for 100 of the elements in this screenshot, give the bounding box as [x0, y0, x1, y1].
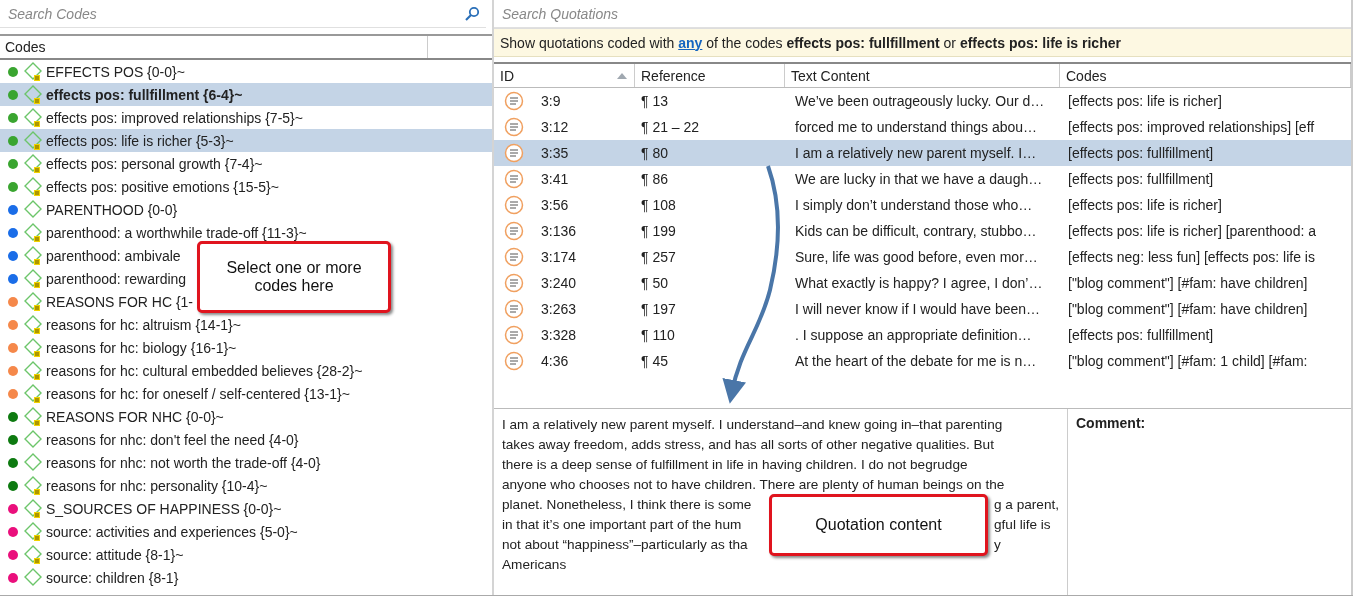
- quotation-text: there is a deep sense of fulfillment in life in having children. I do not begrudge: [502, 456, 968, 474]
- quotation-row[interactable]: 3:240 ¶ 50 What exactly is happy? I agree, I don’… ["blog comment"] [#fam: have children]: [494, 270, 1351, 296]
- quotation-icon: [504, 247, 524, 267]
- column-header[interactable]: ID: [494, 64, 635, 87]
- table-cell: ¶ 80: [641, 145, 668, 161]
- table-cell: ¶ 199: [641, 223, 676, 239]
- table-cell: 3:56: [541, 197, 569, 213]
- comment-label: Comment:: [1076, 415, 1146, 431]
- code-label: reasons for hc: altruism {14-1}~: [46, 316, 241, 333]
- quotation-row[interactable]: 3:174 ¶ 257 Sure, life was good before, even mor… [effects neg: less fun] [effects pos: life is: [494, 244, 1351, 270]
- callout-box: Quotation content: [769, 494, 988, 556]
- code-item[interactable]: reasons for hc: altruism {14-1}~: [0, 313, 241, 336]
- code-item[interactable]: source: children {8-1}: [0, 566, 179, 589]
- code-item[interactable]: parenthood: a worthwhile trade-off {11-3}~: [0, 221, 307, 244]
- table-cell: ¶ 50: [641, 275, 668, 291]
- quotation-row[interactable]: 3:35 ¶ 80 I am a relatively new parent myself. I… [effects pos: fullfillment]: [494, 140, 1351, 166]
- quotation-row[interactable]: 3:12 ¶ 21 – 22 forced me to understand things abou… [effects pos: improved relationships] [eff: [494, 114, 1351, 140]
- code-label: effects pos: positive emotions {15-5}~: [46, 178, 279, 195]
- quotation-row[interactable]: 3:136 ¶ 199 Kids can be difficult, contrary, stubbo… [effects pos: life is richer] [parenthood: a: [494, 218, 1351, 244]
- code-item[interactable]: reasons for nhc: don't feel the need {4-0}: [0, 428, 299, 451]
- code-item[interactable]: effects pos: life is richer {5-3}~: [0, 129, 492, 152]
- quotation-icon: [504, 169, 524, 189]
- code-label: parenthood: rewarding: [46, 270, 187, 287]
- quotation-row[interactable]: 4:36 ¶ 45 At the heart of the debate for me is n… ["blog comment"] [#fam: 1 child] [#fam:: [494, 348, 1351, 374]
- code-item[interactable]: reasons for hc: for oneself / self-centered {13-1}~: [0, 382, 350, 405]
- code-item[interactable]: effects pos: improved relationships {7-5}~: [0, 106, 303, 129]
- quotation-text: gful life is: [994, 516, 1051, 534]
- column-header[interactable]: Reference: [635, 64, 785, 87]
- table-cell: ¶ 197: [641, 301, 676, 317]
- table-cell: [effects pos: life is richer]: [1068, 197, 1222, 213]
- quotation-icon: [504, 143, 524, 163]
- quotation-row[interactable]: 3:328 ¶ 110 . I suppose an appropriate definition… [effects pos: fullfillment]: [494, 322, 1351, 348]
- code-label: reasons for nhc: don't feel the need {4-0}: [46, 431, 299, 448]
- code-label: effects pos: life is richer {5-3}~: [46, 132, 234, 149]
- code-item[interactable]: REASONS FOR NHC {0-0}~: [0, 405, 224, 428]
- quotation-icon: [504, 91, 524, 111]
- table-cell: 3:174: [541, 249, 577, 265]
- code-item[interactable]: EFFECTS POS {0-0}~: [0, 60, 185, 83]
- table-cell: 3:9: [541, 93, 561, 109]
- table-cell: 3:41: [541, 171, 569, 187]
- table-cell: Sure, life was good before, even mor…: [795, 249, 1038, 265]
- sort-ascending-icon: [616, 71, 628, 80]
- table-cell: ["blog comment"] [#fam: have children]: [1068, 301, 1308, 317]
- quotation-row[interactable]: 3:263 ¶ 197 I will never know if I would have been… ["blog comment"] [#fam: have children]: [494, 296, 1351, 322]
- quotation-icon: [504, 325, 524, 345]
- code-item[interactable]: reasons for nhc: personality {10-4}~: [0, 474, 268, 497]
- code-label: parenthood: a worthwhile trade-off {11-3}~: [46, 224, 307, 241]
- table-cell: ¶ 13: [641, 93, 668, 109]
- table-cell: ¶ 86: [641, 171, 668, 187]
- code-item[interactable]: effects pos: positive emotions {15-5}~: [0, 175, 279, 198]
- column-header[interactable]: Codes: [1060, 64, 1351, 87]
- code-label: REASONS FOR NHC {0-0}~: [46, 408, 224, 425]
- table-cell: [effects neg: less fun] [effects pos: life is: [1068, 249, 1315, 265]
- table-cell: [effects pos: life is richer]: [1068, 93, 1222, 109]
- code-label: effects pos: personal growth {7-4}~: [46, 155, 263, 172]
- column-header[interactable]: Text Content: [785, 64, 1060, 87]
- quotation-icon: [504, 195, 524, 215]
- quotation-text: I am a relatively new parent myself. I understand–and knew going in–that parenting: [502, 416, 1003, 434]
- code-item[interactable]: reasons for nhc: not worth the trade-off {4-0}: [0, 451, 321, 474]
- code-item[interactable]: S_SOURCES OF HAPPINESS {0-0}~: [0, 497, 282, 520]
- table-cell: ["blog comment"] [#fam: 1 child] [#fam:: [1068, 353, 1308, 369]
- filter-link[interactable]: any: [678, 34, 703, 51]
- table-cell: I simply don’t understand those who…: [795, 197, 1033, 213]
- quotation-icon: [504, 299, 524, 319]
- code-label: reasons for hc: for oneself / self-centered {13-1}~: [46, 385, 350, 402]
- quotation-row[interactable]: 3:9 ¶ 13 We’ve been outrageously lucky. Our d… [effects pos: life is richer]: [494, 88, 1351, 114]
- code-item[interactable]: PARENTHOOD {0-0}: [0, 198, 178, 221]
- code-label: source: children {8-1}: [46, 569, 179, 586]
- table-cell: 3:240: [541, 275, 577, 291]
- table-cell: [effects pos: fullfillment]: [1068, 171, 1214, 187]
- quotation-text: anyone who chooses not to have children. There are plenty of human beings on the: [502, 476, 1005, 494]
- code-label: S_SOURCES OF HAPPINESS {0-0}~: [46, 500, 282, 517]
- quotation-text: planet. Nonetheless, I think there is some: [502, 496, 753, 514]
- table-cell: [effects pos: fullfillment]: [1068, 327, 1214, 343]
- code-item[interactable]: reasons for hc: biology {16-1}~: [0, 336, 237, 359]
- quotation-row[interactable]: 3:56 ¶ 108 I simply don’t understand those who… [effects pos: life is richer]: [494, 192, 1351, 218]
- table-cell: ["blog comment"] [#fam: have children]: [1068, 275, 1308, 291]
- code-item[interactable]: effects pos: fullfillment {6-4}~: [0, 83, 492, 106]
- table-cell: We are lucky in that we have a daugh…: [795, 171, 1043, 187]
- code-item[interactable]: REASONS FOR HC {1-: [0, 290, 194, 313]
- column-header[interactable]: Codes: [0, 36, 428, 58]
- quotation-text: y: [994, 536, 1001, 554]
- code-item[interactable]: effects pos: personal growth {7-4}~: [0, 152, 263, 175]
- search-field[interactable]: Search Codes: [6, 0, 464, 27]
- table-cell: We’ve been outrageously lucky. Our d…: [795, 93, 1045, 109]
- quotation-text: takes away freedom, adds stress, and has all sorts of other negative qualities. But: [502, 436, 994, 454]
- quotation-row[interactable]: 3:41 ¶ 86 We are lucky in that we have a daugh… [effects pos: fullfillment]: [494, 166, 1351, 192]
- code-item[interactable]: parenthood: ambivale: [0, 244, 181, 267]
- quotation-icon: [504, 273, 524, 293]
- code-item[interactable]: source: attitude {8-1}~: [0, 543, 184, 566]
- table-cell: 4:36: [541, 353, 569, 369]
- code-item[interactable]: parenthood: rewarding: [0, 267, 187, 290]
- search-field[interactable]: Search Quotations: [500, 0, 1345, 27]
- table-cell: [effects pos: improved relationships] [eff: [1068, 119, 1315, 135]
- code-label: effects pos: fullfillment {6-4}~: [46, 86, 243, 103]
- code-item[interactable]: source: activities and experiences {5-0}~: [0, 520, 298, 543]
- code-label: source: attitude {8-1}~: [46, 546, 184, 563]
- quotation-text: in that it’s one important part of the hum: [502, 516, 743, 534]
- code-item[interactable]: reasons for hc: cultural embedded believes {28-2}~: [0, 359, 363, 382]
- code-label: EFFECTS POS {0-0}~: [46, 63, 185, 80]
